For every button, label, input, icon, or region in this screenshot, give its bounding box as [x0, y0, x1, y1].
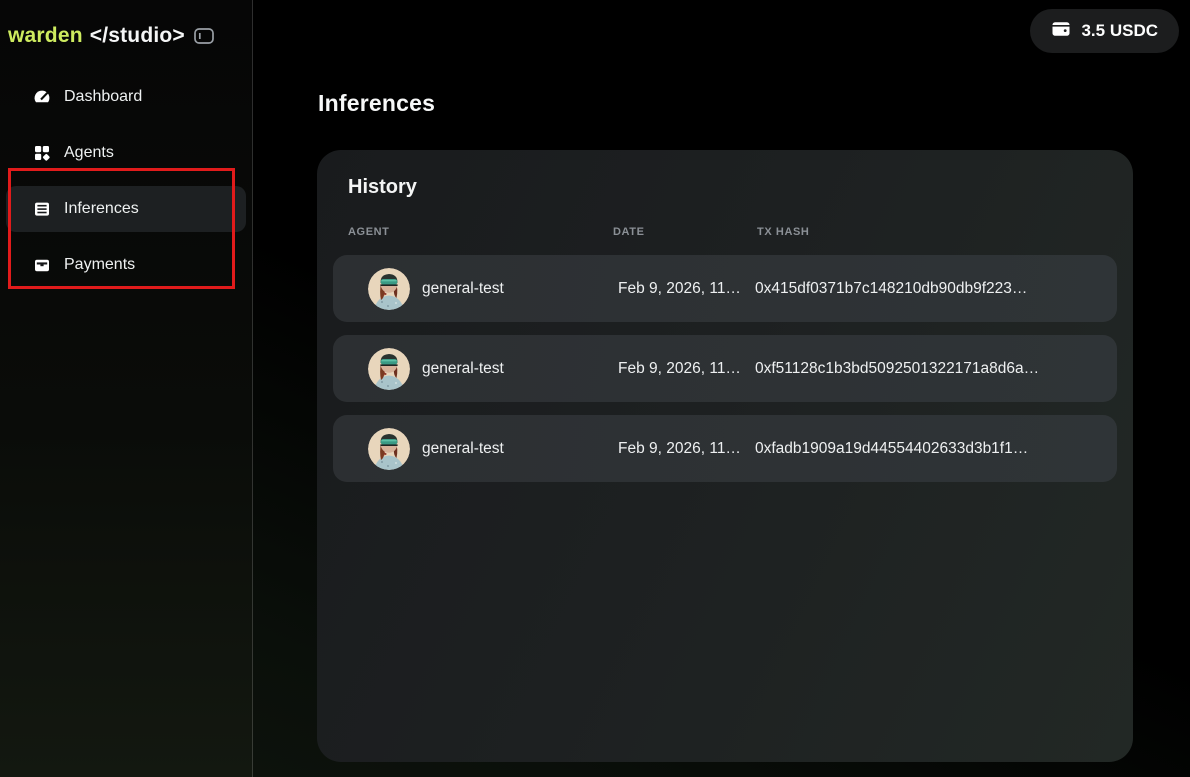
date-cell: Feb 9, 2026, 11… [618, 440, 755, 458]
app-window: warden </studio> Dashboard Agents [0, 0, 1190, 777]
sidebar: warden </studio> Dashboard Agents [0, 0, 253, 777]
table-row[interactable]: general-test Feb 9, 2026, 11… 0x415df037… [333, 255, 1117, 322]
panel-toggle-icon[interactable] [194, 28, 214, 44]
logo: warden </studio> [0, 0, 252, 50]
agent-name: general-test [422, 360, 504, 378]
agent-name: general-test [422, 280, 504, 298]
agent-avatar [368, 268, 410, 310]
agent-cell: general-test [368, 348, 618, 390]
tx-hash-cell: 0x415df0371b7c148210db90db9f223… [755, 280, 1027, 298]
main-content: 3.5 USDC Inferences History AGENT DATE T… [253, 0, 1190, 777]
sidebar-item-dashboard[interactable]: Dashboard [6, 74, 246, 120]
sidebar-item-label: Inferences [64, 200, 139, 218]
date-cell: Feb 9, 2026, 11… [618, 280, 755, 298]
column-header-agent: AGENT [348, 226, 613, 240]
agent-cell: general-test [368, 268, 618, 310]
sidebar-item-inferences[interactable]: Inferences [6, 186, 246, 232]
tx-hash-cell: 0xfadb1909a19d44554402633d3b1f1… [755, 440, 1028, 458]
gauge-icon [33, 88, 51, 106]
column-header-tx-hash: TX HASH [757, 226, 1117, 240]
logo-brand-text: warden [8, 24, 83, 48]
wallet-balance-badge[interactable]: 3.5 USDC [1030, 9, 1179, 53]
tx-hash-cell: 0xf51128c1b3bd5092501322171a8d6a… [755, 360, 1039, 378]
wallet-balance-text: 3.5 USDC [1081, 21, 1158, 41]
logo-suffix-text: </studio> [90, 24, 185, 48]
agent-avatar [368, 348, 410, 390]
sidebar-item-agents[interactable]: Agents [6, 130, 246, 176]
agent-cell: general-test [368, 428, 618, 470]
agent-avatar [368, 428, 410, 470]
table-row[interactable]: general-test Feb 9, 2026, 11… 0xfadb1909… [333, 415, 1117, 482]
sidebar-item-label: Dashboard [64, 88, 142, 106]
history-card: History AGENT DATE TX HASH general-test … [317, 150, 1133, 762]
list-icon [33, 200, 51, 218]
sidebar-item-label: Payments [64, 256, 135, 274]
page-title: Inferences [318, 90, 435, 117]
table-header-row: AGENT DATE TX HASH [333, 226, 1117, 240]
sidebar-item-payments[interactable]: Payments [6, 242, 246, 288]
grid-icon [33, 144, 51, 162]
agent-name: general-test [422, 440, 504, 458]
sidebar-item-label: Agents [64, 144, 114, 162]
column-header-date: DATE [613, 226, 757, 240]
wallet-icon [33, 256, 51, 274]
wallet-icon [1051, 19, 1071, 44]
date-cell: Feb 9, 2026, 11… [618, 360, 755, 378]
table-row[interactable]: general-test Feb 9, 2026, 11… 0xf51128c1… [333, 335, 1117, 402]
history-rows: general-test Feb 9, 2026, 11… 0x415df037… [333, 255, 1117, 482]
sidebar-nav: Dashboard Agents Inferences Payments [0, 74, 252, 288]
history-card-title: History [348, 176, 1117, 204]
